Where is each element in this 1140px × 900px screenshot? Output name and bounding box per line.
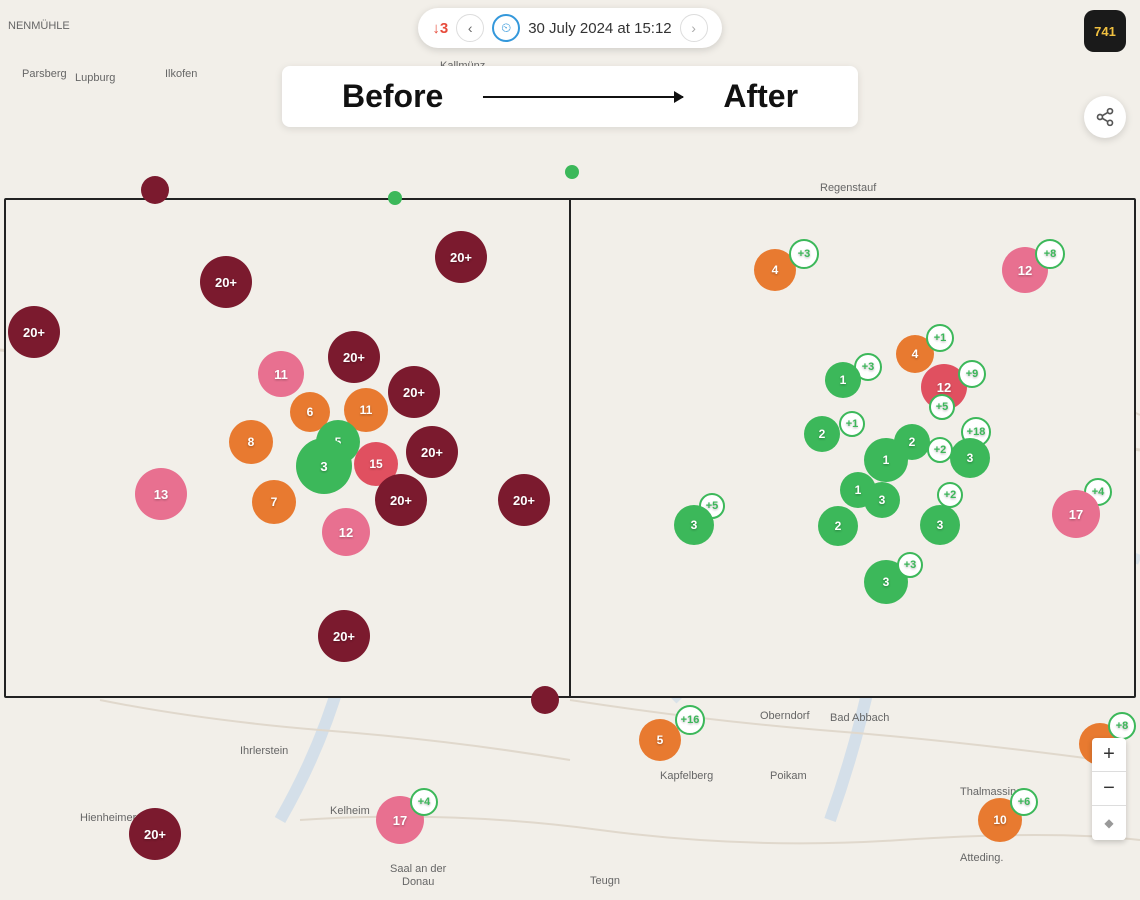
cluster-marker[interactable]: 20+ (328, 331, 380, 383)
cluster-marker[interactable]: +9 (958, 360, 986, 388)
cluster-marker[interactable]: 20+ (375, 474, 427, 526)
cluster-marker[interactable]: +1 (926, 324, 954, 352)
compass-button[interactable]: ◆ (1092, 806, 1126, 840)
cluster-marker[interactable]: 20+ (8, 306, 60, 358)
cluster-marker[interactable]: 20+ (498, 474, 550, 526)
arrow-line-inner (483, 96, 683, 98)
cluster-marker[interactable]: 20+ (406, 426, 458, 478)
navigation-pill: ↓3 ‹ ⏲ 30 July 2024 at 15:12 › (418, 8, 721, 48)
cluster-marker[interactable]: +5 (929, 394, 955, 420)
cluster-marker-bottom[interactable]: 20+ (129, 808, 181, 860)
before-panel: 20+20+20+1120+20+6118531520+720+20+13122… (6, 200, 571, 696)
cluster-marker[interactable]: 1 (825, 362, 861, 398)
arrow-line (483, 96, 683, 98)
cluster-marker[interactable]: 2 (818, 506, 858, 546)
cluster-marker[interactable]: 11 (258, 351, 304, 397)
before-after-header: Before After (282, 66, 858, 127)
after-panel: 4+312+84+1+3112+9+5+1212+2+183+5313+223+… (571, 200, 1134, 696)
zoom-controls: + − ◆ (1092, 738, 1126, 840)
green-dot-indicator (565, 165, 579, 179)
cluster-marker[interactable]: 17 (1052, 490, 1100, 538)
dark-red-dot (531, 686, 559, 714)
comparison-panels: 20+20+20+1120+20+6118531520+720+20+13122… (4, 198, 1136, 698)
cluster-marker[interactable]: 2 (894, 424, 930, 460)
cluster-marker[interactable]: 7 (252, 480, 296, 524)
cluster-marker[interactable]: +3 (897, 552, 923, 578)
datetime-label: 30 July 2024 at 15:12 (528, 20, 671, 37)
cluster-marker[interactable]: 8 (229, 420, 273, 464)
after-label: After (723, 78, 798, 115)
zoom-out-button[interactable]: − (1092, 772, 1126, 806)
zoom-in-button[interactable]: + (1092, 738, 1126, 772)
cluster-marker[interactable]: 3 (864, 482, 900, 518)
down-count: ↓3 (432, 20, 448, 37)
cluster-marker-bottom[interactable]: 5 (639, 719, 681, 761)
top-bar: ↓3 ‹ ⏲ 30 July 2024 at 15:12 › (0, 0, 1140, 56)
cluster-marker-bottom[interactable]: +16 (675, 705, 705, 735)
cluster-marker[interactable]: 2 (804, 416, 840, 452)
share-button[interactable] (1084, 96, 1126, 138)
cluster-marker[interactable]: 20+ (388, 366, 440, 418)
cluster-marker[interactable]: 3 (674, 505, 714, 545)
cluster-marker[interactable]: 12 (322, 508, 370, 556)
cluster-marker-bottom[interactable]: +8 (1108, 712, 1136, 740)
cluster-marker[interactable]: 20+ (435, 231, 487, 283)
nav-back-button[interactable]: ‹ (456, 14, 484, 42)
cluster-marker[interactable]: 3 (920, 505, 960, 545)
green-dot-indicator (388, 191, 402, 205)
cluster-marker[interactable]: 20+ (200, 256, 252, 308)
cluster-marker[interactable]: +3 (789, 239, 819, 269)
cluster-marker[interactable]: 3 (296, 438, 352, 494)
clock-icon: ⏲ (492, 14, 520, 42)
cluster-marker-bottom[interactable]: +6 (1010, 788, 1038, 816)
before-label: Before (342, 78, 443, 115)
cluster-marker[interactable]: +1 (839, 411, 865, 437)
cluster-marker-bottom[interactable]: +4 (410, 788, 438, 816)
app-logo: 741 (1084, 10, 1126, 52)
cluster-marker[interactable]: 13 (135, 468, 187, 520)
cluster-marker[interactable]: 20+ (318, 610, 370, 662)
cluster-marker[interactable]: 3 (950, 438, 990, 478)
dark-red-dot (141, 176, 169, 204)
cluster-marker[interactable]: +8 (1035, 239, 1065, 269)
nav-forward-button[interactable]: › (680, 14, 708, 42)
